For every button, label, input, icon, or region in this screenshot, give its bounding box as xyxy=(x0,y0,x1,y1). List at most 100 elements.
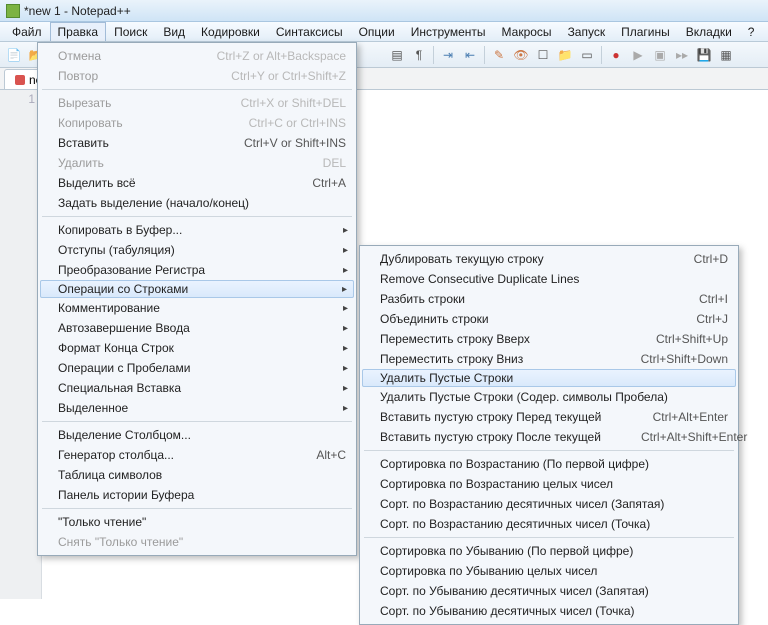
menu-item-label: Remove Consecutive Duplicate Lines xyxy=(380,272,728,286)
menu-item-shortcut: Ctrl+J xyxy=(696,312,728,326)
menu-item[interactable]: Сортировка по Возрастанию (По первой циф… xyxy=(362,454,736,474)
menubar: Файл Правка Поиск Вид Кодировки Синтакси… xyxy=(0,22,768,42)
menu-search[interactable]: Поиск xyxy=(106,22,155,41)
menu-item[interactable]: Преобразование Регистра xyxy=(40,260,354,280)
outdent-icon[interactable]: ⇤ xyxy=(460,45,480,65)
menu-item-shortcut: Ctrl+Y or Ctrl+Shift+Z xyxy=(231,69,346,83)
menu-item-shortcut: Ctrl+V or Shift+INS xyxy=(244,136,346,150)
record-icon[interactable]: ● xyxy=(606,45,626,65)
indent-icon[interactable]: ⇥ xyxy=(438,45,458,65)
toolbar-icon[interactable]: ☐ xyxy=(533,45,553,65)
fast-forward-icon[interactable]: ▸▸ xyxy=(672,45,692,65)
menu-tools[interactable]: Инструменты xyxy=(403,22,494,41)
menu-item[interactable]: Таблица символов xyxy=(40,465,354,485)
window-title: *new 1 - Notepad++ xyxy=(24,4,131,18)
menu-item-shortcut: Ctrl+Shift+Up xyxy=(656,332,728,346)
menu-item[interactable]: Операции с Пробелами xyxy=(40,358,354,378)
menu-macros[interactable]: Макросы xyxy=(494,22,560,41)
menu-item[interactable]: "Только чтение" xyxy=(40,512,354,532)
menu-item[interactable]: Формат Конца Строк xyxy=(40,338,354,358)
menu-item[interactable]: Комментирование xyxy=(40,298,354,318)
menu-item[interactable]: Копировать в Буфер... xyxy=(40,220,354,240)
toolbar-icon[interactable]: ✎ xyxy=(489,45,509,65)
menu-item[interactable]: Выделение Столбцом... xyxy=(40,425,354,445)
menu-item-label: Операции со Строками xyxy=(58,282,346,296)
menu-item-label: Сортировка по Возрастанию целых чисел xyxy=(380,477,728,491)
new-file-icon[interactable]: 📄 xyxy=(4,45,24,65)
menu-item[interactable]: Сортировка по Возрастанию целых чисел xyxy=(362,474,736,494)
toolbar-icon[interactable]: ▤ xyxy=(387,45,407,65)
menu-item[interactable]: Выделенное xyxy=(40,398,354,418)
menu-item[interactable]: Дублировать текущую строкуCtrl+D xyxy=(362,249,736,269)
menu-item[interactable]: Выделить всёCtrl+A xyxy=(40,173,354,193)
menu-item[interactable]: ВставитьCtrl+V or Shift+INS xyxy=(40,133,354,153)
toolbar-icon[interactable]: ▦ xyxy=(716,45,736,65)
menu-item-label: Выделить всё xyxy=(58,176,312,190)
folder-icon[interactable]: 📁 xyxy=(555,45,575,65)
menu-item[interactable]: Remove Consecutive Duplicate Lines xyxy=(362,269,736,289)
menu-item-label: Сортировка по Убыванию целых чисел xyxy=(380,564,728,578)
menu-item[interactable]: Вставить пустую строку После текущейCtrl… xyxy=(362,427,736,447)
save-macro-icon[interactable]: 💾 xyxy=(694,45,714,65)
app-window: *new 1 - Notepad++ Файл Правка Поиск Вид… xyxy=(0,0,768,599)
menu-item-label: Сорт. по Убыванию десятичных чисел (Точк… xyxy=(380,604,728,618)
menu-item-shortcut: Ctrl+Alt+Shift+Enter xyxy=(641,430,747,444)
menu-item[interactable]: Вставить пустую строку Перед текущейCtrl… xyxy=(362,407,736,427)
menu-file[interactable]: Файл xyxy=(4,22,50,41)
menu-item[interactable]: Задать выделение (начало/конец) xyxy=(40,193,354,213)
menu-item-label: Вырезать xyxy=(58,96,241,110)
menu-item[interactable]: Сорт. по Возрастанию десятичных чисел (Т… xyxy=(362,514,736,534)
menu-item-label: Удалить Пустые Строки (Содер. символы Пр… xyxy=(380,390,728,404)
menu-item-label: Специальная Вставка xyxy=(58,381,346,395)
menu-item[interactable]: Удалить Пустые Строки xyxy=(362,369,736,387)
menu-item-shortcut: Ctrl+Shift+Down xyxy=(641,352,728,366)
menu-item[interactable]: Сорт. по Убыванию десятичных чисел (Запя… xyxy=(362,581,736,601)
menu-syntax[interactable]: Синтаксисы xyxy=(268,22,351,41)
menu-item-label: Сорт. по Возрастанию десятичных чисел (З… xyxy=(380,497,728,511)
menu-item-shortcut: Ctrl+Z or Alt+Backspace xyxy=(217,49,346,63)
menu-tabs[interactable]: Вкладки xyxy=(678,22,740,41)
menu-run[interactable]: Запуск xyxy=(560,22,614,41)
toolbar-icon[interactable]: ▣ xyxy=(650,45,670,65)
menu-item[interactable]: Сортировка по Убыванию (По первой цифре) xyxy=(362,541,736,561)
menu-item-label: Переместить строку Вверх xyxy=(380,332,656,346)
menu-item-label: Переместить строку Вниз xyxy=(380,352,641,366)
toolbar-icon[interactable]: ¶ xyxy=(409,45,429,65)
menu-item-label: Выделение Столбцом... xyxy=(58,428,346,442)
menu-item: УдалитьDEL xyxy=(40,153,354,173)
menu-edit[interactable]: Правка xyxy=(50,22,107,41)
menu-item-label: "Только чтение" xyxy=(58,515,346,529)
menu-options[interactable]: Опции xyxy=(351,22,403,41)
menu-item-label: Отступы (табуляция) xyxy=(58,243,346,257)
menu-item[interactable]: Автозавершение Ввода xyxy=(40,318,354,338)
toolbar-icon[interactable]: 👁 xyxy=(511,45,531,65)
menu-encoding[interactable]: Кодировки xyxy=(193,22,268,41)
menu-item: КопироватьCtrl+C or Ctrl+INS xyxy=(40,113,354,133)
menu-plugins[interactable]: Плагины xyxy=(613,22,678,41)
menu-item[interactable]: Панель истории Буфера xyxy=(40,485,354,505)
menu-view[interactable]: Вид xyxy=(155,22,193,41)
separator xyxy=(484,46,485,64)
menu-item[interactable]: Разбить строкиCtrl+I xyxy=(362,289,736,309)
menu-item-label: Удалить Пустые Строки xyxy=(380,371,728,385)
menu-item[interactable]: Переместить строку ВнизCtrl+Shift+Down xyxy=(362,349,736,369)
menu-item-label: Сорт. по Возрастанию десятичных чисел (Т… xyxy=(380,517,728,531)
menu-item[interactable]: Специальная Вставка xyxy=(40,378,354,398)
app-icon xyxy=(6,4,20,18)
menu-item[interactable]: Сорт. по Убыванию десятичных чисел (Точк… xyxy=(362,601,736,621)
menu-item[interactable]: Операции со Строками xyxy=(40,280,354,298)
menu-item[interactable]: Генератор столбца...Alt+C xyxy=(40,445,354,465)
menu-item[interactable]: Удалить Пустые Строки (Содер. символы Пр… xyxy=(362,387,736,407)
menu-item[interactable]: Сортировка по Убыванию целых чисел xyxy=(362,561,736,581)
separator xyxy=(601,46,602,64)
menu-item[interactable]: Отступы (табуляция) xyxy=(40,240,354,260)
menu-item-label: Таблица символов xyxy=(58,468,346,482)
menu-item-shortcut: Ctrl+A xyxy=(312,176,346,190)
play-icon[interactable]: ▶ xyxy=(628,45,648,65)
menu-item[interactable]: Переместить строку ВверхCtrl+Shift+Up xyxy=(362,329,736,349)
menu-item[interactable]: Объединить строкиCtrl+J xyxy=(362,309,736,329)
menu-help[interactable]: ? xyxy=(740,22,763,41)
menu-item[interactable]: Сорт. по Возрастанию десятичных чисел (З… xyxy=(362,494,736,514)
menu-item-label: Формат Конца Строк xyxy=(58,341,346,355)
toolbar-icon[interactable]: ▭ xyxy=(577,45,597,65)
